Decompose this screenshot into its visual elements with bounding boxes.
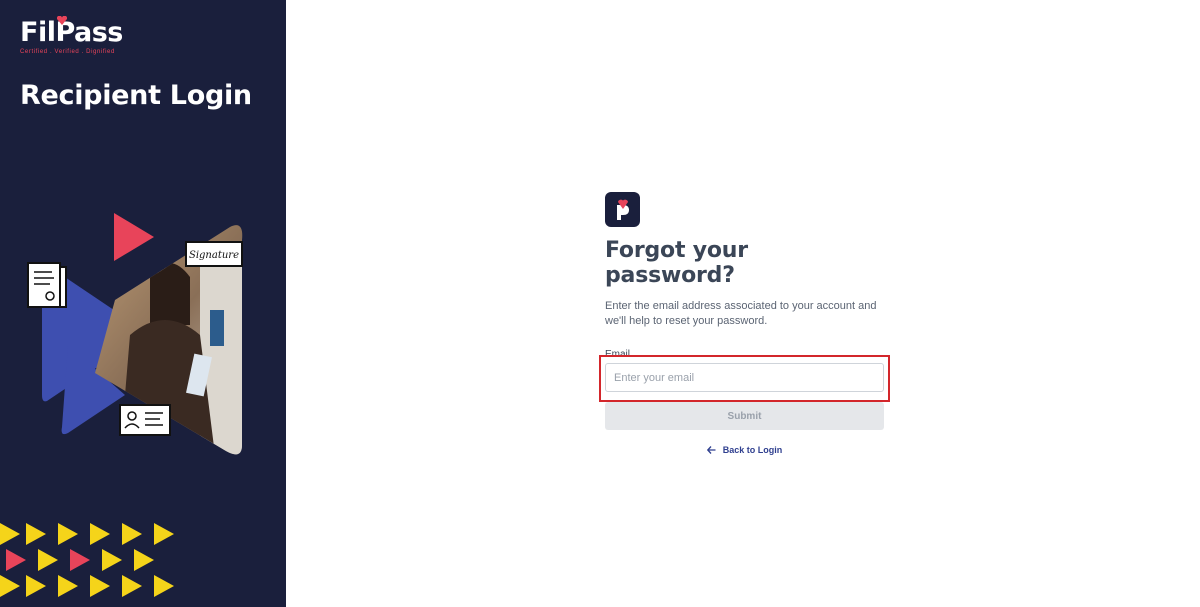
form-description: Enter the email address associated to yo… [605, 300, 877, 327]
email-field-wrapper [599, 355, 890, 402]
decorative-triangle [102, 549, 122, 571]
logo-text: FilPass [20, 17, 123, 48]
decorative-triangle [0, 523, 20, 545]
page-title: Recipient Login [20, 80, 252, 111]
logo-heart-icon [57, 16, 67, 25]
back-to-login-link[interactable]: Back to Login [605, 445, 884, 455]
decorative-triangle [38, 549, 58, 571]
form-title: Forgot your password? [605, 238, 748, 288]
back-to-login-label: Back to Login [722, 445, 783, 455]
decorative-triangles [0, 523, 174, 597]
submit-button[interactable]: Submit [605, 402, 884, 430]
logo-tagline: Certified . Verified . Dignified [20, 49, 115, 55]
decorative-triangle [122, 523, 142, 545]
filpass-app-icon [605, 192, 640, 227]
decorative-triangle [154, 523, 174, 545]
hero-illustration: Signature [27, 213, 243, 455]
filpass-logo: FilPass Certified . Verified . Dignified [20, 17, 123, 56]
decorative-triangle [90, 575, 110, 597]
decorative-triangle [58, 575, 78, 597]
decorative-triangle [26, 523, 46, 545]
decorative-triangle [90, 523, 110, 545]
page: FilPass Certified . Verified . Dignified… [0, 0, 1200, 607]
decorative-triangle [26, 575, 46, 597]
forgot-password-form: Forgot your password? Enter the email ad… [599, 192, 890, 455]
email-input[interactable] [605, 363, 884, 392]
document-icon [27, 262, 67, 308]
id-card-icon [119, 404, 171, 436]
arrow-left-icon [706, 446, 716, 454]
red-triangle [114, 213, 154, 261]
left-panel: FilPass Certified . Verified . Dignified… [0, 0, 286, 607]
decorative-triangle [154, 575, 174, 597]
signature-icon: Signature [185, 241, 243, 267]
decorative-triangle [70, 549, 90, 571]
decorative-triangle [6, 549, 26, 571]
decorative-triangle [122, 575, 142, 597]
decorative-triangle [0, 575, 20, 597]
svg-text:Signature: Signature [189, 250, 239, 261]
decorative-triangle [134, 549, 154, 571]
decorative-triangle [58, 523, 78, 545]
email-label: Email [605, 349, 631, 360]
